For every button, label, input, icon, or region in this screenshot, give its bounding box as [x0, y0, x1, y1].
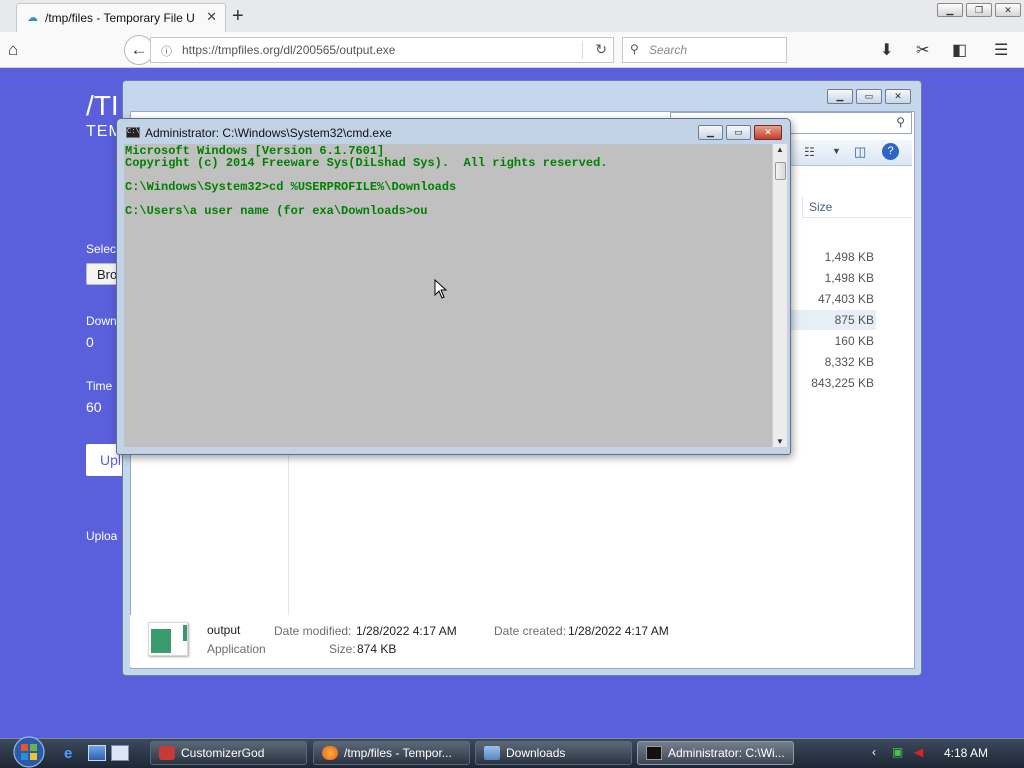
task-label: Downloads [506, 746, 566, 760]
scroll-down-icon[interactable]: ▼ [776, 437, 784, 446]
taskbar-item-firefox[interactable]: /tmp/files - Tempor... [313, 741, 470, 765]
time-value[interactable]: 60 [86, 399, 102, 415]
chevron-down-icon[interactable]: ▼ [832, 146, 841, 156]
menu-icon[interactable]: ☰ [994, 40, 1008, 60]
url-bar[interactable]: ⓘ https://tmpfiles.org/dl/200565/output.… [150, 37, 614, 63]
taskbar-item-downloads[interactable]: Downloads [475, 741, 632, 765]
navigation-bar: ⌂ ← ⓘ https://tmpfiles.org/dl/200565/out… [0, 32, 1024, 68]
explorer-close-button[interactable]: ✕ [885, 89, 911, 104]
cloud-upload-icon: ☁ [27, 12, 38, 24]
new-tab-button[interactable]: + [232, 5, 244, 28]
preview-pane-icon[interactable]: ◫ [854, 144, 866, 160]
taskbar-item-customizergod[interactable]: CustomizerGod [150, 741, 307, 765]
restore-button[interactable]: ❐ [966, 3, 992, 17]
console-line: C:\Windows\System32>cd %USERPROFILE%\Dow… [125, 180, 457, 194]
console-scrollbar[interactable]: ▲ ▼ [772, 144, 787, 447]
task-label: Administrator: C:\Wi... [668, 746, 785, 760]
scroll-thumb[interactable] [775, 162, 786, 180]
taskbar-clock[interactable]: 4:18 AM [944, 746, 988, 760]
cmd-window[interactable]: C:\ Administrator: C:\Windows\System32\c… [116, 118, 791, 455]
home-icon[interactable]: ⌂ [8, 40, 18, 60]
tab-title: /tmp/files - Temporary File U [45, 11, 195, 25]
size-cell[interactable]: 1,498 KB [790, 268, 876, 288]
time-label: Time [86, 379, 113, 393]
volume-icon[interactable]: ◀ [914, 745, 923, 759]
size-cell[interactable]: 1,498 KB [790, 247, 876, 267]
internet-explorer-icon[interactable]: e [64, 745, 82, 762]
search-placeholder: Search [649, 43, 688, 57]
url-separator [582, 41, 583, 59]
size-column-header[interactable]: Size [802, 196, 912, 218]
size-value: 874 KB [357, 642, 397, 656]
switch-windows-icon[interactable] [111, 745, 129, 761]
task-label: /tmp/files - Tempor... [344, 746, 452, 760]
folder-icon [484, 746, 500, 760]
explorer-minimize-button[interactable]: ▁ [827, 89, 853, 104]
search-input[interactable]: ⚲ Search [622, 37, 787, 63]
modified-value: 1/28/2022 4:17 AM [356, 624, 457, 638]
reload-icon[interactable]: ↻ [595, 41, 607, 58]
search-icon: ⚲ [896, 115, 905, 129]
show-hidden-icons-icon[interactable]: ‹ [872, 745, 876, 759]
downloads-value[interactable]: 0 [86, 334, 94, 350]
size-cell[interactable]: 47,403 KB [790, 289, 876, 309]
created-value: 1/28/2022 4:17 AM [568, 624, 669, 638]
show-desktop-icon[interactable] [88, 745, 106, 761]
size-cell-selected[interactable]: 875 KB [790, 310, 876, 330]
cmd-minimize-button[interactable]: ▁ [698, 125, 723, 140]
url-text[interactable]: https://tmpfiles.org/dl/200565/output.ex… [182, 43, 395, 57]
task-label: CustomizerGod [181, 746, 265, 760]
cmd-maximize-button[interactable]: ▭ [726, 125, 751, 140]
application-icon [148, 622, 188, 656]
mouse-cursor-icon [434, 279, 448, 299]
close-tab-icon[interactable]: ✕ [206, 9, 217, 25]
views-icon[interactable]: ☷ [804, 145, 815, 159]
download-icon[interactable]: ⬇ [880, 40, 893, 60]
uploads-label: Uploa [86, 529, 118, 543]
firefox-icon [322, 746, 338, 760]
console-icon [646, 746, 662, 760]
cmd-title: Administrator: C:\Windows\System32\cmd.e… [145, 126, 392, 140]
search-icon: ⚲ [630, 42, 639, 56]
minimize-button[interactable]: ▁ [937, 3, 963, 17]
page-title: /TI [86, 90, 119, 121]
taskbar-item-cmd[interactable]: Administrator: C:\Wi... [637, 741, 794, 765]
screenshot-icon[interactable]: ✂ [916, 40, 929, 60]
info-icon[interactable]: ⓘ [161, 43, 172, 59]
size-column-label: Size [809, 200, 833, 214]
explorer-maximize-button[interactable]: ▭ [856, 89, 882, 104]
network-icon[interactable]: ▣ [892, 745, 903, 759]
size-cell[interactable]: 843,225 KB [790, 373, 876, 393]
browser-tab[interactable]: ☁ /tmp/files - Temporary File U ✕ [16, 3, 226, 32]
size-cell[interactable]: 8,332 KB [790, 352, 876, 372]
console-icon: C:\ [126, 127, 140, 138]
details-pane: output Application Date modified: 1/28/2… [130, 615, 912, 667]
console-area[interactable]: Microsoft Windows [Version 6.1.7601] Cop… [124, 144, 772, 447]
cmd-close-button[interactable]: ✕ [754, 125, 782, 140]
size-cell[interactable]: 160 KB [790, 331, 876, 351]
console-line: C:\Users\a user name (for exa\Downloads>… [125, 204, 428, 218]
start-button[interactable] [8, 736, 50, 768]
size-label: Size: [329, 642, 356, 656]
navigation-pane-divider[interactable] [288, 455, 289, 615]
created-label: Date created: [494, 624, 567, 638]
app-icon [159, 746, 175, 760]
downloads-label: Down [86, 314, 117, 328]
select-label: Selec [86, 242, 117, 256]
scroll-up-icon[interactable]: ▲ [776, 145, 784, 154]
close-window-button[interactable]: ✕ [995, 3, 1021, 17]
file-type: Application [207, 642, 266, 656]
modified-label: Date modified: [274, 624, 352, 638]
help-icon[interactable]: ? [882, 143, 899, 160]
file-name: output [207, 623, 241, 637]
sidebar-icon[interactable]: ◧ [952, 40, 967, 60]
console-line: Copyright (c) 2014 Freeware Sys(DiLshad … [125, 156, 608, 170]
